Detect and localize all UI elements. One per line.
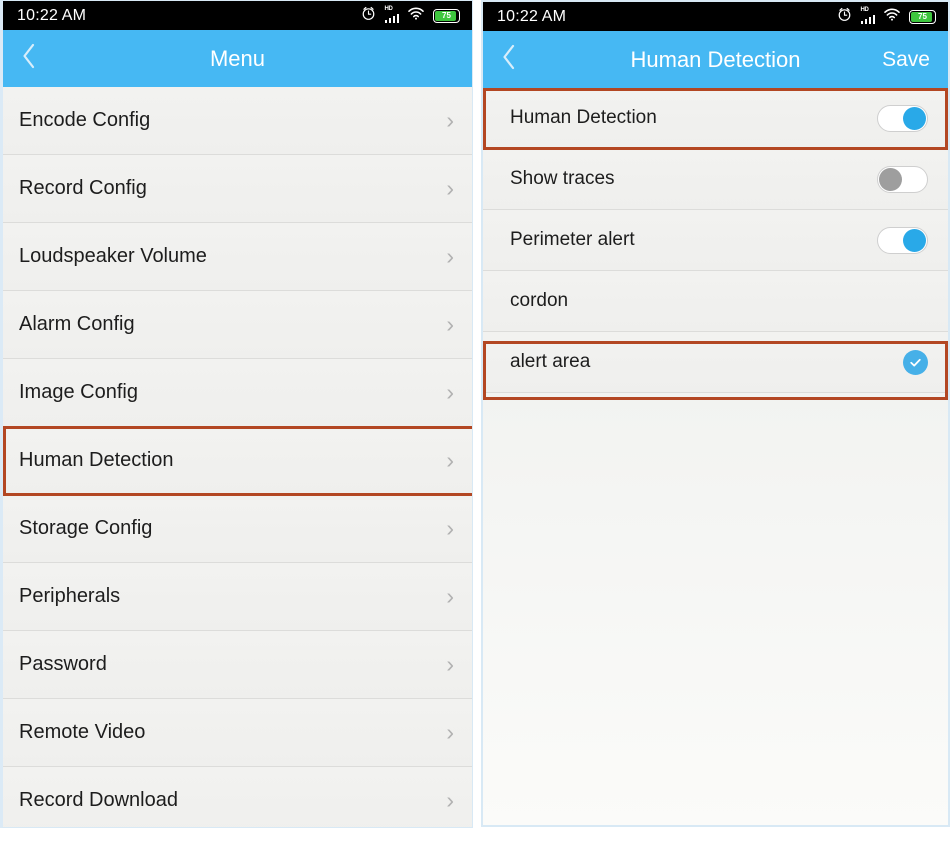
menu-item-label: Record Config bbox=[19, 177, 147, 199]
right-page-title: Human Detection bbox=[630, 46, 801, 72]
setting-label: Show traces bbox=[510, 168, 615, 189]
status-bar-left: 10:22 AM HD 75 bbox=[3, 1, 472, 30]
menu-item-label: Password bbox=[19, 653, 107, 675]
back-button-right[interactable] bbox=[483, 31, 535, 88]
wifi-icon bbox=[408, 7, 424, 25]
perimeter-alert-toggle[interactable] bbox=[877, 226, 928, 254]
menu-item-label: Alarm Config bbox=[19, 313, 135, 335]
empty-list-area bbox=[483, 393, 948, 825]
toggle-knob bbox=[903, 106, 926, 130]
chevron-right-icon: › bbox=[446, 311, 454, 337]
chevron-right-icon: › bbox=[446, 175, 454, 201]
chevron-right-icon: › bbox=[446, 243, 454, 269]
menu-item-label: Encode Config bbox=[19, 109, 151, 131]
menu-item-peripherals[interactable]: Peripherals › bbox=[3, 563, 472, 631]
battery-percent-label: 75 bbox=[442, 10, 451, 20]
chevron-left-icon bbox=[501, 43, 517, 76]
battery-icon: 75 bbox=[433, 8, 460, 23]
show-traces-toggle[interactable] bbox=[877, 165, 928, 193]
setting-label: cordon bbox=[510, 290, 569, 311]
setting-row-alert-area[interactable]: alert area bbox=[483, 332, 948, 393]
right-app-bar: Human Detection Save bbox=[483, 31, 948, 88]
menu-item-remote-video[interactable]: Remote Video › bbox=[3, 699, 472, 767]
menu-item-label: Record Download bbox=[19, 789, 178, 811]
menu-item-label: Storage Config bbox=[19, 517, 153, 539]
alarm-clock-icon bbox=[361, 6, 376, 26]
setting-row-human-detection[interactable]: Human Detection bbox=[483, 88, 948, 149]
setting-label: Perimeter alert bbox=[510, 229, 635, 250]
hd-signal-icon: HD bbox=[384, 6, 399, 23]
setting-row-cordon[interactable]: cordon bbox=[483, 271, 948, 332]
chevron-right-icon: › bbox=[446, 515, 454, 541]
alarm-clock-icon bbox=[837, 7, 852, 27]
setting-label: alert area bbox=[510, 351, 591, 372]
status-time: 10:22 AM bbox=[497, 7, 567, 25]
chevron-right-icon: › bbox=[446, 719, 454, 745]
check-circle-icon[interactable] bbox=[903, 349, 928, 375]
hd-signal-icon: HD bbox=[860, 7, 875, 24]
menu-item-loudspeaker-volume[interactable]: Loudspeaker Volume › bbox=[3, 223, 472, 291]
menu-item-record-config[interactable]: Record Config › bbox=[3, 155, 472, 223]
menu-item-label: Peripherals bbox=[19, 585, 121, 607]
menu-item-encode-config[interactable]: Encode Config › bbox=[3, 87, 472, 155]
menu-item-image-config[interactable]: Image Config › bbox=[3, 359, 472, 427]
chevron-right-icon: › bbox=[446, 107, 454, 133]
menu-item-label: Human Detection bbox=[19, 449, 174, 471]
left-phone-screen: 10:22 AM HD 75 Menu Encode Config › Reco… bbox=[0, 0, 473, 828]
left-app-bar: Menu bbox=[3, 30, 472, 87]
human-detection-settings-list: Human Detection Show traces Perimeter al… bbox=[483, 88, 948, 393]
wifi-icon bbox=[884, 8, 900, 26]
battery-percent-label: 75 bbox=[918, 11, 927, 21]
menu-item-record-download[interactable]: Record Download › bbox=[3, 767, 472, 827]
save-button[interactable]: Save bbox=[882, 48, 930, 72]
setting-label: Human Detection bbox=[510, 107, 657, 128]
menu-item-label: Image Config bbox=[19, 381, 138, 403]
chevron-left-icon bbox=[21, 42, 37, 75]
chevron-right-icon: › bbox=[446, 379, 454, 405]
menu-item-alarm-config[interactable]: Alarm Config › bbox=[3, 291, 472, 359]
chevron-right-icon: › bbox=[446, 583, 454, 609]
status-icon-group: HD 75 bbox=[361, 6, 460, 26]
setting-row-perimeter-alert[interactable]: Perimeter alert bbox=[483, 210, 948, 271]
menu-item-label: Remote Video bbox=[19, 721, 146, 743]
back-button-left[interactable] bbox=[3, 30, 55, 87]
menu-item-password[interactable]: Password › bbox=[3, 631, 472, 699]
chevron-right-icon: › bbox=[446, 447, 454, 473]
settings-panel-body: Human Detection Show traces Perimeter al… bbox=[483, 88, 948, 825]
toggle-knob bbox=[903, 228, 926, 252]
dual-screenshot-container: 10:22 AM HD 75 Menu Encode Config › Reco… bbox=[0, 0, 950, 841]
status-time: 10:22 AM bbox=[17, 6, 87, 24]
setting-row-show-traces[interactable]: Show traces bbox=[483, 149, 948, 210]
battery-icon: 75 bbox=[909, 9, 936, 24]
toggle-knob bbox=[879, 167, 902, 191]
menu-item-human-detection[interactable]: Human Detection › bbox=[3, 427, 472, 495]
right-phone-screen: 10:22 AM HD 75 Human Detection Save Huma… bbox=[481, 0, 950, 827]
status-bar-right: 10:22 AM HD 75 bbox=[483, 2, 948, 31]
human-detection-toggle[interactable] bbox=[877, 104, 928, 132]
menu-item-storage-config[interactable]: Storage Config › bbox=[3, 495, 472, 563]
menu-item-label: Loudspeaker Volume bbox=[19, 245, 207, 267]
menu-list: Encode Config › Record Config › Loudspea… bbox=[3, 87, 472, 827]
status-icon-group: HD 75 bbox=[837, 7, 936, 27]
chevron-right-icon: › bbox=[446, 787, 454, 813]
chevron-right-icon: › bbox=[446, 651, 454, 677]
left-page-title: Menu bbox=[209, 45, 266, 71]
